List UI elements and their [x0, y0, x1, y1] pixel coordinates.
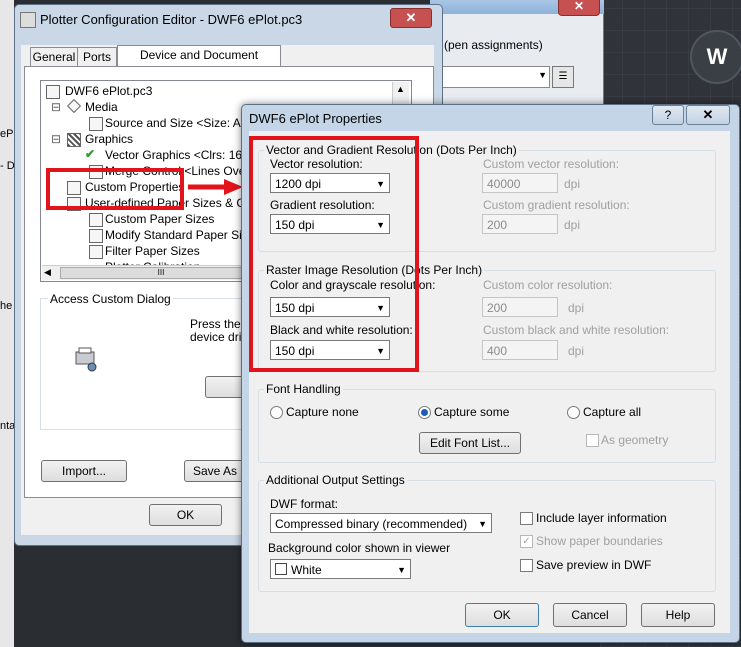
group-label: Access Custom Dialog	[48, 292, 173, 306]
app-logo: W	[690, 30, 741, 84]
ok-button[interactable]: OK	[149, 504, 222, 526]
pen-table-select[interactable]: ▼	[440, 66, 550, 88]
capture-some-label[interactable]: Capture some	[434, 405, 509, 419]
tree-item[interactable]: Modify Standard Paper Sizes	[105, 228, 260, 242]
checkmark-icon: ✔	[85, 147, 96, 161]
bg-color-label: Background color shown in viewer	[268, 541, 451, 555]
tree-item[interactable]: Graphics	[85, 132, 133, 146]
press-text: Press the f device driv	[190, 317, 248, 344]
chevron-up-icon[interactable]: ▲	[396, 84, 405, 94]
as-geometry-label: As geometry	[601, 433, 669, 447]
tree-item[interactable]: Media	[85, 100, 118, 114]
close-icon[interactable]: ✕	[390, 8, 432, 28]
close-icon[interactable]: ✕	[558, 0, 600, 16]
tree-item[interactable]: Filter Paper Sizes	[105, 244, 200, 258]
custom-bw-input[interactable]: 400	[482, 340, 558, 360]
paper-icon	[89, 117, 103, 131]
collapse-icon[interactable]: ⊟	[51, 132, 61, 146]
group-label: Font Handling	[264, 382, 343, 396]
cancel-button[interactable]: Cancel	[553, 603, 627, 627]
unit-label: dpi	[568, 344, 585, 358]
left-fragment: nta	[0, 420, 16, 432]
show-boundaries-checkbox[interactable]: ✓	[520, 535, 533, 548]
custom-vector-input[interactable]: 40000	[482, 173, 558, 193]
include-layer-label[interactable]: Include layer information	[536, 511, 667, 525]
help-icon[interactable]: ?	[652, 105, 684, 125]
tree-item[interactable]: DWF6 ePlot.pc3	[65, 84, 152, 98]
media-icon	[66, 98, 82, 114]
custom-bw-label: Custom black and white resolution:	[483, 323, 670, 337]
plotter-icon	[46, 85, 60, 99]
left-panel-strip	[0, 0, 14, 647]
bg-color-select[interactable]: White ▼	[270, 559, 411, 579]
group-label: Additional Output Settings	[264, 473, 407, 487]
chevron-left-icon[interactable]: ◀	[44, 267, 51, 278]
app-icon	[20, 12, 36, 28]
as-geometry-checkbox[interactable]	[586, 434, 599, 447]
capture-all-radio[interactable]	[567, 406, 580, 419]
pen-assignments-label: (pen assignments)	[444, 38, 543, 52]
save-preview-label[interactable]: Save preview in DWF	[536, 558, 651, 572]
left-fragment: he	[0, 300, 13, 312]
dialog-title: DWF6 ePlot Properties	[249, 111, 382, 126]
chevron-down-icon: ▼	[397, 565, 406, 575]
capture-none-label[interactable]: Capture none	[286, 405, 359, 419]
paper-icon	[89, 213, 103, 227]
save-as-button[interactable]: Save As	[184, 460, 246, 482]
dwf-format-label: DWF format:	[270, 497, 338, 511]
edit-pen-table-icon[interactable]: ☰	[552, 66, 574, 88]
chevron-down-icon: ▼	[538, 70, 547, 80]
custom-vector-label: Custom vector resolution:	[483, 157, 620, 171]
highlight-box	[249, 136, 419, 372]
help-button[interactable]: Help	[641, 603, 715, 627]
ok-button[interactable]: OK	[465, 603, 539, 627]
collapse-icon[interactable]: ⊟	[51, 100, 61, 114]
unit-label: dpi	[564, 218, 581, 232]
import-button[interactable]: Import...	[41, 460, 127, 482]
tree-item[interactable]: Vector Graphics <Clrs: 16777	[105, 148, 262, 162]
dwf-format-select[interactable]: Compressed binary (recommended) ▼	[270, 513, 492, 533]
plotter-device-icon	[75, 347, 97, 372]
paper-icon	[89, 229, 103, 243]
custom-gradient-label: Custom gradient resolution:	[483, 198, 630, 212]
unit-label: dpi	[568, 301, 585, 315]
save-preview-checkbox[interactable]	[520, 559, 533, 572]
scroll-thumb[interactable]: III	[60, 267, 262, 279]
tab-general[interactable]: General	[30, 47, 78, 67]
edit-font-list-button[interactable]: Edit Font List...	[419, 432, 521, 454]
tree-item[interactable]: Custom Paper Sizes	[105, 212, 214, 226]
color-swatch	[275, 563, 287, 575]
arrow-right-icon	[188, 179, 243, 195]
filter-icon	[89, 245, 103, 259]
window-title: Plotter Configuration Editor - DWF6 ePlo…	[40, 12, 303, 27]
show-boundaries-label: Show paper boundaries	[536, 534, 663, 548]
capture-none-radio[interactable]	[270, 406, 283, 419]
custom-gradient-input[interactable]: 200	[482, 214, 558, 234]
include-layer-checkbox[interactable]	[520, 512, 533, 525]
custom-color-label: Custom color resolution:	[483, 278, 613, 292]
tab-ports[interactable]: Ports	[77, 47, 117, 67]
highlight-box	[46, 168, 184, 210]
custom-color-input[interactable]: 200	[482, 297, 558, 317]
chevron-down-icon: ▼	[478, 519, 487, 529]
tab-device-settings[interactable]: Device and Document Settings	[117, 45, 281, 81]
close-icon[interactable]: ✕	[686, 105, 730, 125]
graphics-icon	[67, 133, 81, 147]
capture-all-label[interactable]: Capture all	[583, 405, 641, 419]
tree-item[interactable]: Source and Size <Size: ANS	[105, 116, 257, 130]
capture-some-radio[interactable]	[418, 406, 431, 419]
left-fragment: - D	[0, 160, 15, 172]
unit-label: dpi	[564, 177, 581, 191]
